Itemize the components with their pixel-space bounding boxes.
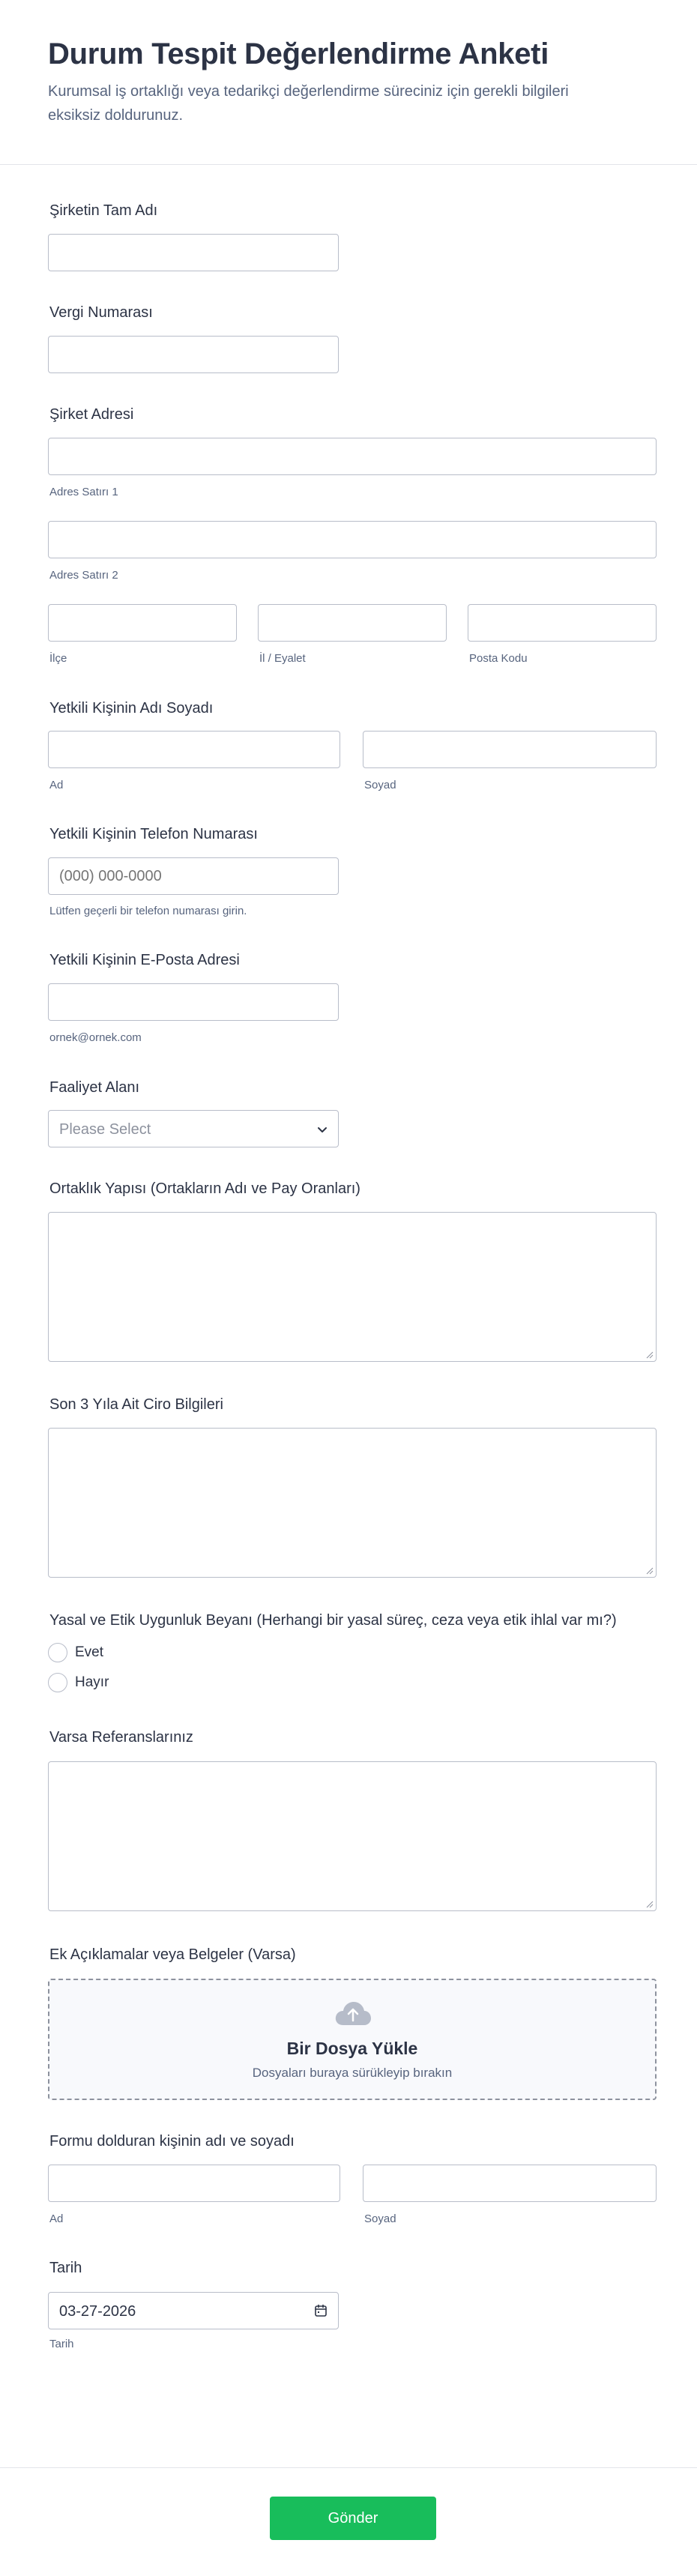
address-line2-sublabel: Adres Satırı 2 (49, 569, 118, 582)
contact-name-label: Yetkili Kişinin Adı Soyadı (49, 700, 214, 717)
chevron-down-icon (318, 1127, 327, 1132)
compliance-radio-yes[interactable] (48, 1643, 67, 1662)
date-sublabel: Tarih (49, 2338, 74, 2350)
filler-last-name-sublabel: Soyad (364, 2212, 396, 2225)
cloud-upload-icon (335, 2002, 371, 2025)
filler-name-label: Formu dolduran kişinin adı ve soyadı (49, 2133, 295, 2150)
submit-button[interactable]: Gönder (270, 2497, 436, 2540)
partnership-label: Ortaklık Yapısı (Ortakların Adı ve Pay O… (49, 1180, 360, 1197)
resize-handle-icon[interactable] (646, 1351, 654, 1359)
activity-label: Faaliyet Alanı (49, 1079, 140, 1096)
compliance-option-yes-label: Evet (75, 1644, 104, 1660)
tax-number-label: Vergi Numarası (49, 304, 153, 321)
revenue-textarea[interactable] (48, 1428, 657, 1578)
postal-code-input[interactable] (468, 604, 657, 642)
date-label: Tarih (49, 2260, 82, 2276)
company-name-label: Şirketin Tam Adı (49, 202, 158, 219)
compliance-label: Yasal ve Etik Uygunluk Beyanı (Herhangi … (49, 1612, 617, 1629)
contact-first-name-input[interactable] (48, 731, 340, 768)
district-input[interactable] (48, 604, 237, 642)
references-label: Varsa Referanslarınız (49, 1729, 193, 1746)
province-sublabel: İl / Eyalet (259, 652, 306, 665)
upload-subtitle: Dosyaları buraya sürükleyip bırakın (252, 2066, 453, 2080)
upload-title: Bir Dosya Yükle (286, 2039, 418, 2058)
company-name-input[interactable] (48, 234, 339, 271)
filler-last-name-input[interactable] (363, 2165, 657, 2202)
file-upload-dropzone[interactable]: Bir Dosya Yükle Dosyaları buraya sürükle… (48, 1979, 657, 2100)
attachments-label: Ek Açıklamalar veya Belgeler (Varsa) (49, 1946, 296, 1963)
form-header: Durum Tespit Değerlendirme Anketi Kurums… (0, 0, 697, 165)
postal-code-sublabel: Posta Kodu (469, 652, 528, 665)
revenue-label: Son 3 Yıla Ait Ciro Bilgileri (49, 1396, 223, 1413)
contact-phone-input[interactable] (48, 857, 339, 895)
compliance-radio-no[interactable] (48, 1673, 67, 1692)
contact-last-name-input[interactable] (363, 731, 657, 768)
district-sublabel: İlçe (49, 652, 67, 665)
contact-email-input[interactable] (48, 983, 339, 1021)
address-line2-input[interactable] (48, 521, 657, 558)
date-input[interactable]: 03-27-2026 (48, 2292, 339, 2329)
contact-last-name-sublabel: Soyad (364, 779, 396, 791)
partnership-textarea[interactable] (48, 1212, 657, 1362)
contact-phone-label: Yetkili Kişinin Telefon Numarası (49, 826, 258, 842)
contact-phone-hint: Lütfen geçerli bir telefon numarası giri… (49, 905, 247, 917)
contact-first-name-sublabel: Ad (49, 779, 64, 791)
province-input[interactable] (258, 604, 447, 642)
address-line1-sublabel: Adres Satırı 1 (49, 486, 118, 498)
contact-email-label: Yetkili Kişinin E-Posta Adresi (49, 952, 240, 968)
address-label: Şirket Adresi (49, 406, 134, 423)
address-line1-input[interactable] (48, 438, 657, 475)
resize-handle-icon[interactable] (646, 1567, 654, 1575)
page-title: Durum Tespit Değerlendirme Anketi (48, 37, 549, 70)
references-textarea[interactable] (48, 1761, 657, 1911)
contact-email-hint: ornek@ornek.com (49, 1031, 142, 1044)
filler-first-name-input[interactable] (48, 2165, 340, 2202)
calendar-icon[interactable] (314, 2304, 328, 2317)
activity-select-placeholder: Please Select (59, 1121, 151, 1138)
activity-select[interactable]: Please Select (48, 1110, 339, 1147)
page-subtitle: Kurumsal iş ortaklığı veya tedarikçi değ… (48, 83, 569, 124)
tax-number-input[interactable] (48, 336, 339, 373)
filler-first-name-sublabel: Ad (49, 2212, 64, 2225)
resize-handle-icon[interactable] (646, 1901, 654, 1908)
form-footer: Gönder (0, 2467, 697, 2576)
compliance-option-no-label: Hayır (75, 1674, 109, 1690)
date-value: 03-27-2026 (59, 2303, 136, 2320)
